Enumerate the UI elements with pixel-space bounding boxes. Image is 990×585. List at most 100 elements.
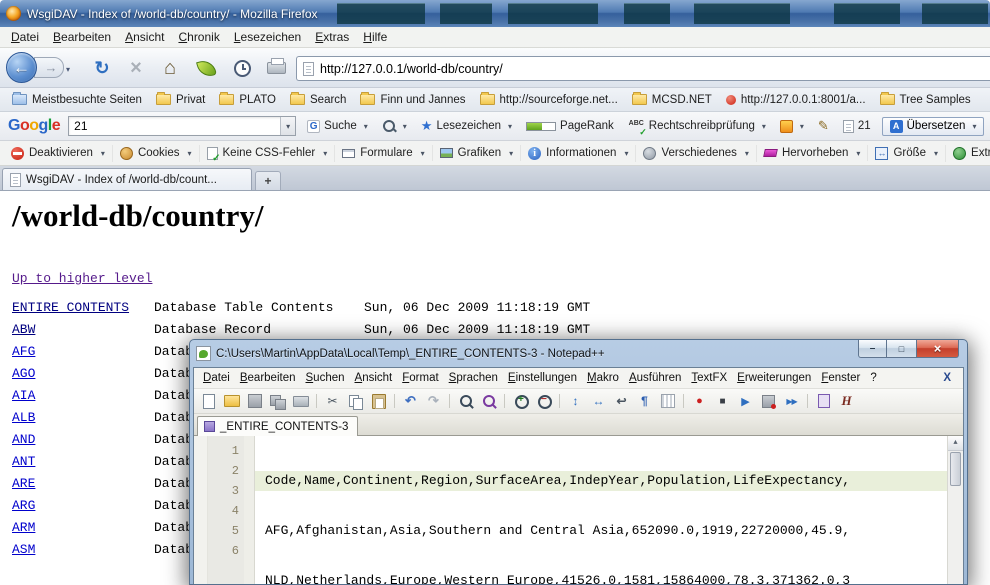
close-button[interactable]	[916, 340, 959, 358]
menu-ansicht[interactable]: Ansicht	[118, 28, 171, 46]
word-wrap-icon[interactable]	[612, 393, 631, 410]
listing-link[interactable]: ARE	[12, 476, 35, 491]
bookmark-meistbesuchte-seiten[interactable]: Meistbesuchte Seiten	[6, 92, 148, 108]
webdev-miscellaneous[interactable]: Verschiedenes	[636, 145, 756, 162]
webdev-outline[interactable]: Hervorheben	[757, 145, 869, 161]
zoom-out-icon[interactable]	[534, 393, 553, 410]
npp-menu-textfx[interactable]: TextFX	[686, 370, 732, 386]
webdev-tools[interactable]: Extras	[946, 145, 990, 162]
menu-chronik[interactable]: Chronik	[171, 28, 226, 46]
back-button[interactable]	[6, 52, 37, 83]
webdev-css[interactable]: Keine CSS-Fehler	[200, 145, 336, 162]
npp-menu-makro[interactable]: Makro	[582, 370, 624, 386]
npp-menu-erweiterungen[interactable]: Erweiterungen	[732, 370, 816, 386]
bookmark-finn-und-jannes[interactable]: Finn und Jannes	[354, 92, 471, 108]
record-macro-icon[interactable]	[690, 393, 709, 410]
npp-menu-ausfuehren[interactable]: Ausführen	[624, 370, 686, 386]
google-bookmarks-button[interactable]: Lesezeichen	[418, 116, 515, 136]
npp-menu-einstellungen[interactable]: Einstellungen	[503, 370, 582, 386]
notepadpp-titlebar[interactable]: C:\Users\Martin\AppData\Local\Temp\_ENTI…	[193, 340, 964, 367]
sync-scroll-horizontal-icon[interactable]	[589, 393, 608, 410]
location-bar[interactable]: http://127.0.0.1/world-db/country/	[296, 56, 990, 81]
webdev-disable[interactable]: Deaktivieren	[4, 145, 113, 162]
html-preview-icon[interactable]	[837, 393, 856, 410]
webdev-forms[interactable]: Formulare	[335, 145, 432, 161]
counter-button[interactable]: 21	[840, 118, 874, 135]
document-tab[interactable]: _ENTIRE_CONTENTS-3	[197, 416, 358, 436]
bookmark-mcsd-net[interactable]: MCSD.NET	[626, 92, 718, 108]
menu-bearbeiten[interactable]: Bearbeiten	[46, 28, 118, 46]
npp-menu-datei[interactable]: Datei	[198, 370, 235, 386]
listing-link[interactable]: AGO	[12, 366, 35, 381]
text-area[interactable]: Code,Name,Continent,Region,SurfaceArea,I…	[255, 436, 947, 584]
highlight-button[interactable]	[815, 116, 832, 136]
maximize-button[interactable]	[887, 340, 916, 358]
forward-button[interactable]	[34, 57, 64, 78]
scroll-up-button[interactable]	[948, 436, 963, 451]
play-macro-icon[interactable]	[736, 393, 755, 410]
npp-menu-ansicht[interactable]: Ansicht	[350, 370, 398, 386]
copy-icon[interactable]	[346, 393, 365, 410]
minimize-button[interactable]	[858, 340, 887, 358]
menu-hilfe[interactable]: Hilfe	[356, 28, 394, 46]
save-all-icon[interactable]	[268, 393, 287, 410]
print-button[interactable]	[262, 54, 290, 82]
stop-button[interactable]	[122, 54, 150, 82]
google-search-box[interactable]: 21	[68, 116, 296, 136]
bookmark-plato[interactable]: PLATO	[213, 92, 282, 108]
translate-button[interactable]: Übersetzen	[882, 117, 985, 136]
new-file-icon[interactable]	[199, 393, 218, 410]
close-document-button[interactable]: X	[935, 372, 959, 384]
listing-link[interactable]: AFG	[12, 344, 35, 359]
cut-icon[interactable]	[323, 393, 342, 410]
save-macro-icon[interactable]	[759, 393, 778, 410]
back-forward-dropdown-icon[interactable]	[66, 61, 76, 73]
replace-icon[interactable]	[479, 393, 498, 410]
bookmark-localhost-8001[interactable]: http://127.0.0.1:8001/a...	[720, 92, 872, 108]
listing-link[interactable]: ANT	[12, 454, 35, 469]
listing-link[interactable]: ABW	[12, 322, 35, 337]
vertical-scrollbar[interactable]	[947, 436, 963, 584]
search-history-dropdown-icon[interactable]	[280, 117, 295, 135]
undo-icon[interactable]	[401, 393, 420, 410]
bookmark-margin[interactable]	[194, 436, 208, 584]
menu-lesezeichen[interactable]: Lesezeichen	[227, 28, 308, 46]
new-tab-button[interactable]: +	[255, 171, 281, 190]
sync-scroll-vertical-icon[interactable]	[566, 393, 585, 410]
npp-menu-format[interactable]: Format	[397, 370, 443, 386]
save-icon[interactable]	[245, 393, 264, 410]
webdev-information[interactable]: Informationen	[521, 145, 636, 162]
npp-menu-fenster[interactable]: Fenster	[816, 370, 865, 386]
pagerank-indicator[interactable]: PageRank	[523, 118, 617, 134]
listing-link[interactable]: ALB	[12, 410, 35, 425]
find-icon[interactable]	[456, 393, 475, 410]
bookmark-privat[interactable]: Privat	[150, 92, 211, 108]
webdev-images[interactable]: Grafiken	[433, 145, 521, 161]
indent-guide-icon[interactable]	[658, 393, 677, 410]
home-button[interactable]	[156, 54, 184, 82]
npp-menu-sprachen[interactable]: Sprachen	[444, 370, 503, 386]
paste-icon[interactable]	[369, 393, 388, 410]
npp-menu-help[interactable]: ?	[865, 370, 881, 386]
tab-wsgidav[interactable]: WsgiDAV - Index of /world-db/count...	[2, 168, 252, 190]
stop-macro-icon[interactable]	[713, 393, 732, 410]
advanced-search-button[interactable]	[379, 117, 410, 135]
menu-datei[interactable]: Datei	[4, 28, 46, 46]
sage-feed-button[interactable]	[192, 54, 220, 82]
up-link[interactable]: Up to higher level	[12, 271, 152, 288]
listing-link[interactable]: AIA	[12, 388, 35, 403]
spellcheck-button[interactable]: Rechtschreibprüfung	[625, 118, 769, 135]
history-button[interactable]	[228, 54, 256, 82]
firefox-titlebar[interactable]: WsgiDAV - Index of /world-db/country/ - …	[0, 0, 990, 27]
google-search-button[interactable]: Suche	[304, 118, 371, 135]
npp-menu-suchen[interactable]: Suchen	[301, 370, 350, 386]
autofill-button[interactable]	[777, 118, 807, 135]
listing-link[interactable]: ENTIRE CONTENTS	[12, 300, 129, 315]
redo-icon[interactable]	[424, 393, 443, 410]
webdev-resize[interactable]: Größe	[868, 145, 946, 162]
document-monitor-icon[interactable]	[814, 393, 833, 410]
open-file-icon[interactable]	[222, 393, 241, 410]
fold-margin[interactable]	[244, 436, 255, 584]
editor[interactable]: 1 2 3 4 5 6 Code,Name,Continent,Region,S…	[194, 436, 963, 584]
bookmark-tree-samples[interactable]: Tree Samples	[874, 92, 977, 108]
